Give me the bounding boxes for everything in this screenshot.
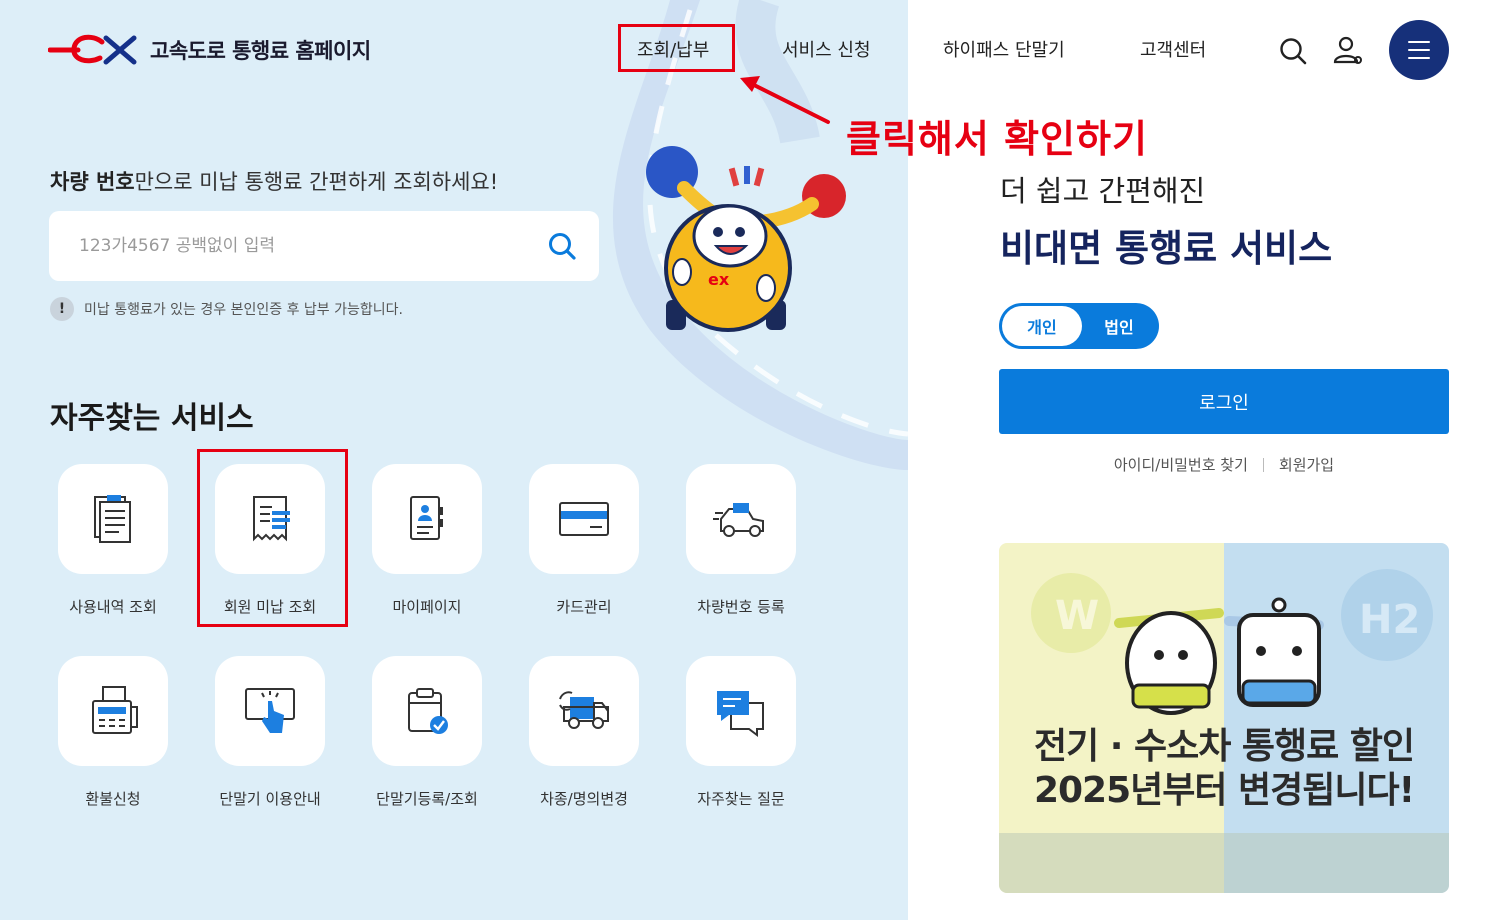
service-vehicle-owner-change[interactable]: 차종/명의변경 <box>529 656 639 809</box>
link-divider <box>1262 457 1264 472</box>
service-label: 차종/명의변경 <box>540 790 628 808</box>
toggle-corporate[interactable]: 법인 <box>1082 306 1156 346</box>
service-vehicle-registration[interactable]: 차량번호 등록 <box>686 464 796 617</box>
service-device-registration[interactable]: 단말기등록/조회 <box>372 656 482 809</box>
vehicle-search-box <box>49 211 599 281</box>
service-card <box>686 464 796 574</box>
nav-item-hipass-device[interactable]: 하이패스 단말기 <box>943 36 1065 62</box>
service-label: 차량번호 등록 <box>697 598 785 616</box>
notice: ! 미납 통행료가 있는 경우 본인인증 후 납부 가능합니다. <box>50 297 403 321</box>
toggle-personal[interactable]: 개인 <box>1002 306 1082 346</box>
site-logo[interactable]: 고속도로 통행료 홈페이지 <box>48 34 371 66</box>
fax-icon <box>92 686 138 734</box>
menu-bar-icon <box>1408 41 1430 43</box>
service-card <box>372 656 482 766</box>
annotation-text: 클릭해서 확인하기 <box>846 117 1148 161</box>
service-label: 단말기 이용안내 <box>219 790 321 808</box>
svg-text:W: W <box>1055 593 1099 639</box>
service-card <box>372 464 482 574</box>
banner-line-1: 전기 · 수소차 통행료 할인 <box>1033 726 1415 767</box>
service-card-management[interactable]: 카드관리 <box>529 464 639 617</box>
truck-exchange-icon <box>559 691 609 729</box>
frequent-services-title: 자주찾는 서비스 <box>50 401 254 436</box>
highlight-box-service <box>197 449 348 627</box>
promo-subtitle: 더 쉽고 간편해진 <box>1000 174 1206 208</box>
service-label: 카드관리 <box>556 598 612 616</box>
member-type-toggle: 개인 법인 <box>999 303 1159 349</box>
chat-icon <box>717 691 764 737</box>
service-label: 사용내역 조회 <box>69 598 157 616</box>
hamburger-menu-button[interactable] <box>1389 20 1449 80</box>
annotation-arrow-icon <box>740 76 830 124</box>
service-card <box>529 656 639 766</box>
service-card <box>215 656 325 766</box>
vehicle-number-input[interactable] <box>79 211 539 281</box>
search-title-bold: 차량 번호 <box>50 170 135 194</box>
banner-text: 전기 · 수소차 통행료 할인 2025년부터 변경됩니다! <box>999 725 1449 813</box>
menu-bar-icon <box>1408 49 1430 51</box>
service-label: 단말기등록/조회 <box>376 790 478 808</box>
exclamation-icon: ! <box>50 297 74 321</box>
service-card <box>58 464 168 574</box>
account-links: 아이디/비밀번호 찾기 회원가입 <box>999 454 1449 475</box>
service-card <box>686 656 796 766</box>
device-check-icon <box>408 688 448 734</box>
nav-item-customer-center[interactable]: 고객센터 <box>1140 36 1206 62</box>
highlight-box-nav <box>618 24 735 72</box>
service-refund-request[interactable]: 환불신청 <box>58 656 168 809</box>
search-title-rest: 만으로 미납 통행료 간편하게 조회하세요! <box>134 170 499 194</box>
search-title: 차량 번호만으로 미납 통행료 간편하게 조회하세요! <box>50 166 498 196</box>
search-icon[interactable] <box>1278 36 1308 66</box>
touch-screen-icon <box>245 688 295 733</box>
service-label: 마이페이지 <box>392 598 462 616</box>
car-icon <box>713 503 764 537</box>
promo-title: 비대면 통행료 서비스 <box>1000 227 1333 270</box>
menu-bar-icon <box>1408 57 1430 59</box>
credit-card-icon <box>559 502 609 536</box>
service-mypage[interactable]: 마이페이지 <box>372 464 482 617</box>
document-list-icon <box>94 495 131 543</box>
banner-illustration: W H2 <box>999 569 1449 893</box>
svg-text:ex: ex <box>708 270 730 289</box>
find-id-password-link[interactable]: 아이디/비밀번호 찾기 <box>1114 454 1248 475</box>
service-faq[interactable]: 자주찾는 질문 <box>686 656 796 809</box>
service-card <box>529 464 639 574</box>
signup-link[interactable]: 회원가입 <box>1279 454 1334 475</box>
profile-card-icon <box>410 496 443 540</box>
service-label: 환불신청 <box>85 790 141 808</box>
service-label: 자주찾는 질문 <box>697 790 785 808</box>
service-usage-history[interactable]: 사용내역 조회 <box>58 464 168 617</box>
service-device-guide[interactable]: 단말기 이용안내 <box>215 656 325 809</box>
mascot-illustration: ex <box>646 146 846 332</box>
logo-text: 고속도로 통행료 홈페이지 <box>150 39 371 63</box>
ev-discount-banner[interactable]: W H2 전기 · 수소차 통행료 할인 2025년부터 변경됩니다! <box>999 543 1449 893</box>
user-icon[interactable] <box>1332 35 1364 67</box>
service-card <box>58 656 168 766</box>
notice-text: 미납 통행료가 있는 경우 본인인증 후 납부 가능합니다. <box>84 302 403 318</box>
nav-item-service-apply[interactable]: 서비스 신청 <box>782 36 871 62</box>
svg-text:H2: H2 <box>1359 597 1420 643</box>
banner-line-2: 2025년부터 변경됩니다! <box>1033 770 1415 811</box>
ex-logo-icon <box>48 34 137 65</box>
search-submit-icon[interactable] <box>547 231 577 261</box>
login-button[interactable]: 로그인 <box>999 369 1449 434</box>
